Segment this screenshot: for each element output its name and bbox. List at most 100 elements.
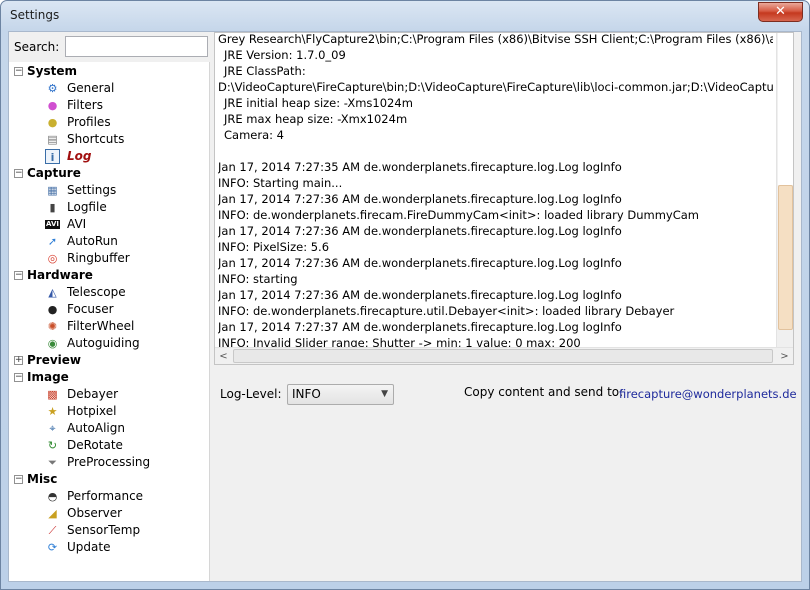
- collapse-icon[interactable]: −: [14, 67, 23, 76]
- tree-item-shortcuts[interactable]: ▤ Shortcuts: [9, 131, 210, 148]
- email-link[interactable]: firecapture@wonderplanets.de: [619, 387, 797, 401]
- horizontal-scrollbar[interactable]: < >: [215, 347, 793, 364]
- tree-item-autoguiding[interactable]: ◉ Autoguiding: [9, 335, 210, 352]
- log-line: JRE Version: 1.7.0_09: [224, 48, 346, 62]
- tree-item-logfile[interactable]: ▮ Logfile: [9, 199, 210, 216]
- tree-item-debayer[interactable]: ▩ Debayer: [9, 386, 210, 403]
- collapse-icon[interactable]: −: [14, 475, 23, 484]
- balloon-icon: ●: [47, 116, 58, 129]
- tree-section-label: System: [27, 64, 77, 78]
- tree-item-label: Update: [67, 540, 111, 554]
- settings-doc-icon: ▦: [47, 184, 58, 197]
- tree-section-preview[interactable]: + Preview: [9, 352, 210, 369]
- tree-item-focuser[interactable]: ● Focuser: [9, 301, 210, 318]
- log-text-area[interactable]: Grey Research\FlyCapture2\bin;C:\Program…: [214, 32, 794, 365]
- log-line: Jan 17, 2014 7:27:35 AM de.wonderplanets…: [218, 160, 622, 174]
- tree-item-label: Ringbuffer: [67, 251, 130, 265]
- scroll-track[interactable]: [778, 33, 793, 185]
- scroll-left-arrow[interactable]: <: [215, 348, 232, 364]
- tree-item-hotpixel[interactable]: ★ Hotpixel: [9, 403, 210, 420]
- collapse-icon[interactable]: −: [14, 271, 23, 280]
- filterwheel-icon: ✺: [47, 320, 58, 333]
- log-line: INFO: starting: [218, 272, 298, 286]
- tree-item-label: General: [67, 81, 115, 95]
- gauge-icon: ◓: [47, 490, 58, 503]
- tree-section-capture[interactable]: − Capture: [9, 165, 210, 182]
- tree-section-system[interactable]: − System: [9, 63, 210, 80]
- log-line: JRE max heap size: -Xmx1024m: [224, 112, 408, 126]
- tree-section-misc[interactable]: − Misc: [9, 471, 210, 488]
- log-line: INFO: Invalid Slider range: Shutter -> m…: [218, 336, 581, 347]
- client-area: Search: − System ⚙ General ● Filters ● Profiles…: [8, 31, 802, 582]
- search-row: Search:: [9, 32, 210, 62]
- flashlight-icon: ◢: [48, 507, 57, 520]
- log-content[interactable]: Grey Research\FlyCapture2\bin;C:\Program…: [218, 32, 773, 347]
- telescope-icon: ◭: [48, 286, 57, 299]
- log-line: JRE initial heap size: -Xms1024m: [224, 96, 413, 110]
- tree-item-label: Focuser: [67, 302, 114, 316]
- window-title: Settings: [10, 8, 60, 22]
- autoalign-icon: ⌖: [49, 422, 56, 435]
- tree-item-log[interactable]: i Log: [9, 148, 210, 165]
- tree-item-autorun[interactable]: ➚ AutoRun: [9, 233, 210, 250]
- tree-item-autoalign[interactable]: ⌖ AutoAlign: [9, 420, 210, 437]
- tree-item-label: AVI: [67, 217, 87, 231]
- collapse-icon[interactable]: −: [14, 373, 23, 382]
- title-bar[interactable]: Settings ✕: [1, 1, 809, 31]
- sidebar: Search: − System ⚙ General ● Filters ● Profiles…: [9, 32, 210, 581]
- expand-icon[interactable]: +: [14, 356, 23, 365]
- focuser-icon: ●: [47, 303, 58, 316]
- tree-item-filters[interactable]: ● Filters: [9, 97, 210, 114]
- tree-item-general[interactable]: ⚙ General: [9, 80, 210, 97]
- tree-item-update[interactable]: ⟳ Update: [9, 539, 210, 556]
- tree-item-label: Autoguiding: [67, 336, 140, 350]
- log-line: D:\VideoCapture\FireCapture\bin;D:\Video…: [218, 80, 773, 94]
- tree-item-label: Performance: [67, 489, 144, 503]
- log-line: INFO: de.wonderplanets.firecam.FireDummy…: [218, 208, 699, 222]
- tree-item-telescope[interactable]: ◭ Telescope: [9, 284, 210, 301]
- settings-window: Settings ✕ Search: − System ⚙ General ● Filte…: [0, 0, 810, 590]
- tree-item-ringbuffer[interactable]: ◎ Ringbuffer: [9, 250, 210, 267]
- log-line: Jan 17, 2014 7:27:36 AM de.wonderplanets…: [218, 192, 622, 206]
- tree-item-preprocessing[interactable]: ⏷ PreProcessing: [9, 454, 210, 471]
- tree-item-settings[interactable]: ▦ Settings: [9, 182, 210, 199]
- log-line: Grey Research\FlyCapture2\bin;C:\Program…: [218, 32, 773, 46]
- tree-item-label: Shortcuts: [67, 132, 125, 146]
- tree-item-performance[interactable]: ◓ Performance: [9, 488, 210, 505]
- tree-item-derotate[interactable]: ↻ DeRotate: [9, 437, 210, 454]
- search-input[interactable]: [65, 36, 208, 57]
- scroll-right-arrow[interactable]: >: [776, 348, 793, 364]
- tree-item-label: Hotpixel: [67, 404, 117, 418]
- info-icon: i: [45, 149, 60, 164]
- log-line: INFO: de.wonderplanets.firecapture.util.…: [218, 304, 675, 318]
- tree-item-label: Debayer: [67, 387, 119, 401]
- tree-item-label: Telescope: [67, 285, 126, 299]
- log-line: Jan 17, 2014 7:27:37 AM de.wonderplanets…: [218, 320, 622, 334]
- chevron-down-icon: ▼: [381, 389, 388, 399]
- tree-section-hardware[interactable]: − Hardware: [9, 267, 210, 284]
- tree-item-sensortemp[interactable]: ⟋ SensorTemp: [9, 522, 210, 539]
- tree-item-filterwheel[interactable]: ✺ FilterWheel: [9, 318, 210, 335]
- gear-icon: ⚙: [47, 82, 58, 95]
- close-button[interactable]: ✕: [758, 2, 803, 22]
- tree-section-image[interactable]: − Image: [9, 369, 210, 386]
- tree-item-label: SensorTemp: [67, 523, 141, 537]
- tree-item-observer[interactable]: ◢ Observer: [9, 505, 210, 522]
- color-wheel-icon: ●: [47, 99, 58, 112]
- tree-item-label: Profiles: [67, 115, 111, 129]
- tree-item-profiles[interactable]: ● Profiles: [9, 114, 210, 131]
- horizontal-scroll-thumb[interactable]: [233, 349, 773, 363]
- vertical-scroll-thumb[interactable]: [778, 185, 793, 330]
- tree-section-label: Image: [27, 370, 69, 384]
- update-icon: ⟳: [47, 541, 58, 554]
- tree-item-avi[interactable]: AVI AVI: [9, 216, 210, 233]
- collapse-icon[interactable]: −: [14, 169, 23, 178]
- funnel-icon: ⏷: [48, 456, 57, 469]
- lifebuoy-icon: ◎: [47, 252, 58, 265]
- log-level-dropdown[interactable]: INFO ▼: [287, 384, 394, 405]
- vertical-scrollbar[interactable]: [776, 33, 793, 349]
- hotpixel-icon: ★: [47, 405, 58, 418]
- avi-icon: AVI: [45, 220, 60, 229]
- copy-content-label: Copy content and send to:: [464, 385, 624, 399]
